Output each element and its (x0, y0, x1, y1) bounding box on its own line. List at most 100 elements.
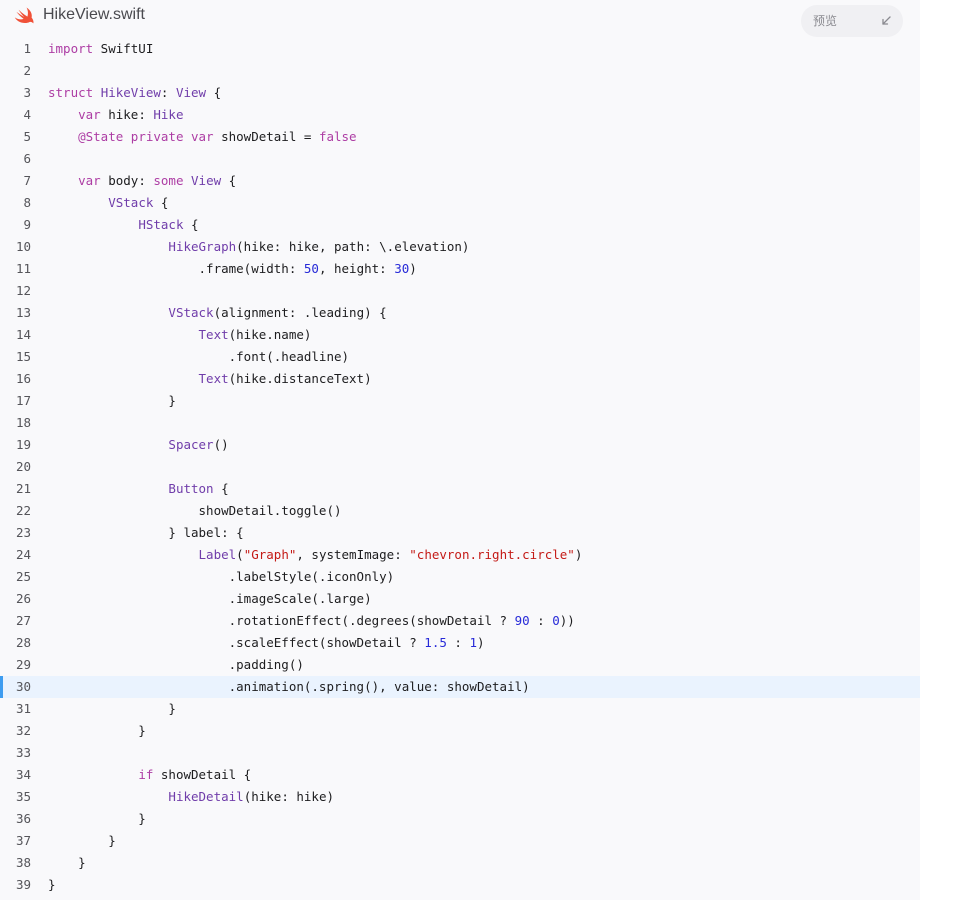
code-token: : (529, 613, 553, 628)
line-number: 16 (15, 371, 31, 386)
keyword-token: struct (48, 85, 94, 100)
code-text: VStack(alignment: .leading) { (48, 302, 387, 324)
code-text: var body: some View { (48, 170, 236, 192)
line-number: 17 (15, 393, 31, 408)
code-line: 4 var hike: Hike (0, 104, 920, 126)
code-text: .scaleEffect(showDetail ? 1.5 : 1) (48, 632, 485, 654)
code-token: ) (409, 261, 417, 276)
line-number: 21 (15, 481, 31, 496)
type-token: HikeDetail (168, 789, 244, 804)
code-token: (hike.name) (228, 327, 312, 342)
code-line: 23 } label: { (0, 522, 920, 544)
code-text: Spacer() (48, 434, 228, 456)
code-token: { (206, 85, 222, 100)
code-token: (hike.distanceText) (228, 371, 372, 386)
code-line: 3 struct HikeView: View { (0, 82, 920, 104)
code-token: { (153, 195, 169, 210)
code-token: .imageScale(.large) (48, 591, 372, 606)
keyword-token: @State private var (78, 129, 214, 144)
line-number: 27 (15, 613, 31, 628)
type-token: VStack (168, 305, 214, 320)
number-token: 50 (303, 261, 319, 276)
number-token: 1 (469, 635, 477, 650)
code-token: (hike: hike) (243, 789, 334, 804)
type-token: HikeView (100, 85, 161, 100)
code-token: SwiftUI (93, 41, 154, 56)
keyword-token: var (78, 173, 101, 188)
code-text: .frame(width: 50, height: 30) (48, 258, 417, 280)
keyword-token: some (153, 173, 184, 188)
line-number: 37 (15, 833, 31, 848)
collapse-arrow-icon (882, 16, 891, 25)
type-token: Button (168, 481, 214, 496)
line-number: 7 (23, 173, 31, 188)
code-line: 31 } (0, 698, 920, 720)
code-token: } (48, 855, 86, 870)
code-text: VStack { (48, 192, 168, 214)
string-token: "Graph" (243, 547, 297, 562)
code-token: } (48, 723, 146, 738)
file-name: HikeView.swift (43, 6, 145, 23)
code-token: (alignment: .leading) { (213, 305, 387, 320)
code-text: import SwiftUI (48, 38, 153, 60)
code-token: { (213, 481, 229, 496)
type-token: Text (198, 371, 229, 386)
line-number: 13 (15, 305, 31, 320)
preview-button[interactable]: 预览 (801, 5, 903, 37)
type-token: HikeGraph (168, 239, 237, 254)
code-text: } (48, 874, 56, 896)
line-number: 9 (23, 217, 31, 232)
file-header: HikeView.swift 预览 (0, 0, 920, 37)
code-line: 27 .rotationEffect(.degrees(showDetail ?… (0, 610, 920, 632)
code-line: 17 } (0, 390, 920, 412)
code-text: .imageScale(.large) (48, 588, 372, 610)
code-block: 1 import SwiftUI 2 3 struct HikeView: View {… (0, 38, 920, 896)
code-line: 7 var body: some View { (0, 170, 920, 192)
code-line: 38 } (0, 852, 920, 874)
line-number: 34 (15, 767, 31, 782)
code-line: 15 .font(.headline) (0, 346, 920, 368)
line-number: 38 (15, 855, 31, 870)
line-number: 39 (15, 877, 31, 892)
line-number: 32 (15, 723, 31, 738)
code-text: Button { (48, 478, 229, 500)
code-token: } (48, 811, 146, 826)
code-token: .padding() (48, 657, 304, 672)
code-text: } (48, 698, 176, 720)
code-line: 33 (0, 742, 920, 764)
type-token: Spacer (168, 437, 214, 452)
code-text: HikeGraph(hike: hike, path: \.elevation) (48, 236, 469, 258)
type-token: Text (198, 327, 229, 342)
string-token: "chevron.right.circle" (409, 547, 575, 562)
code-token: showDetail.toggle() (48, 503, 342, 518)
code-text: .padding() (48, 654, 304, 676)
code-token: } (48, 877, 56, 892)
code-line: 14 Text(hike.name) (0, 324, 920, 346)
line-number: 15 (15, 349, 31, 364)
code-line: 30 .animation(.spring(), value: showDeta… (0, 676, 920, 698)
code-token: .scaleEffect(showDetail ? (48, 635, 425, 650)
code-text: showDetail.toggle() (48, 500, 342, 522)
code-line: 29 .padding() (0, 654, 920, 676)
line-number: 4 (23, 107, 31, 122)
code-token: { (183, 217, 199, 232)
code-line: 10 HikeGraph(hike: hike, path: \.elevati… (0, 236, 920, 258)
code-line: 24 Label("Graph", systemImage: "chevron.… (0, 544, 920, 566)
type-token: Hike (153, 107, 184, 122)
code-line: 18 (0, 412, 920, 434)
code-token: showDetail { (153, 767, 252, 782)
code-token: } label: { (48, 525, 244, 540)
line-number: 26 (15, 591, 31, 606)
type-token: View (191, 173, 222, 188)
code-token: } (48, 701, 176, 716)
